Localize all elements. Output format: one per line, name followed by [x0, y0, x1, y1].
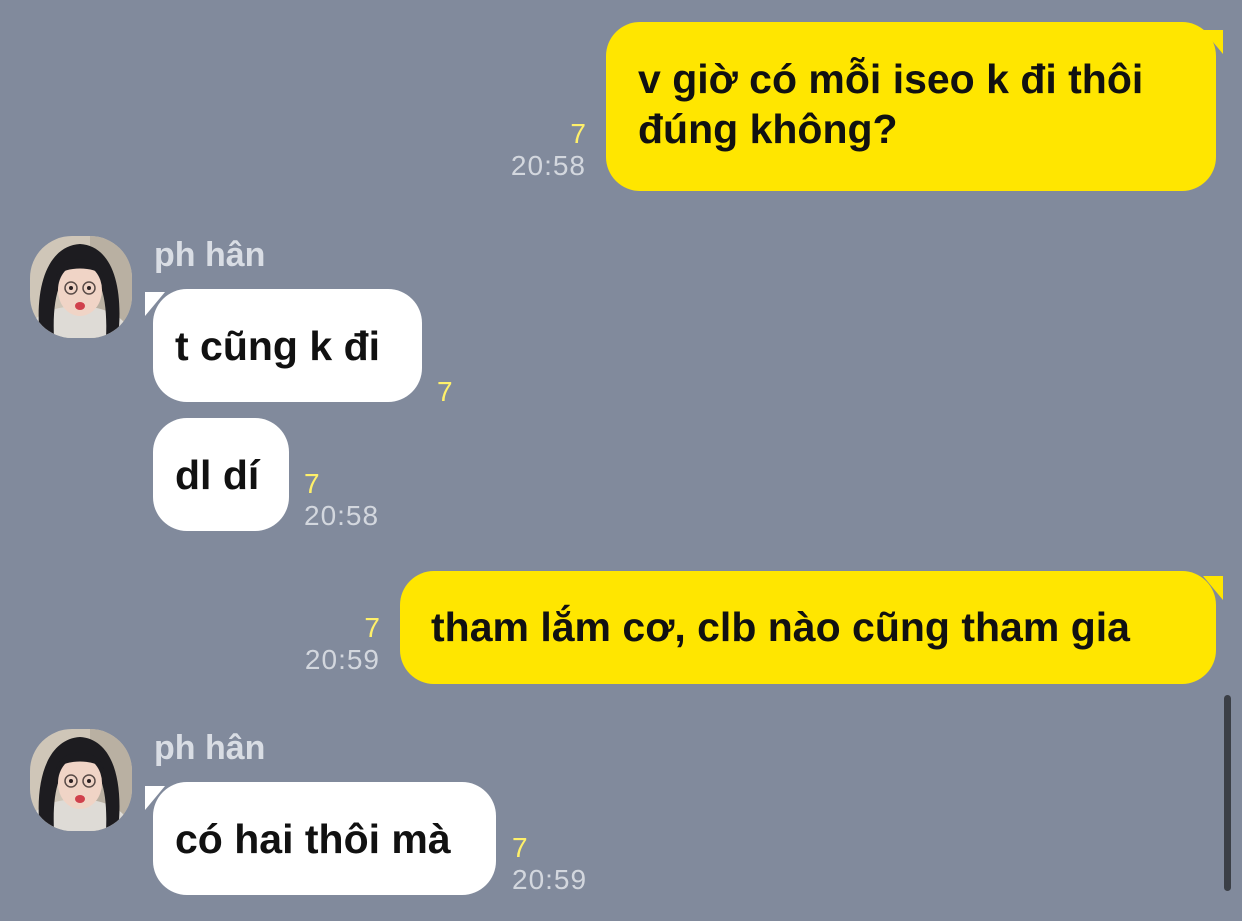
sender-name: ph hân [154, 236, 266, 274]
message-time: 20:59 [304, 644, 380, 675]
outgoing-message-bubble[interactable]: tham lắm cơ, clb nào cũng tham gia [400, 571, 1216, 684]
message-time: 20:58 [510, 150, 586, 181]
unread-count: 7 [437, 376, 453, 407]
message-text: t cũng k đi [175, 323, 380, 369]
bubble-tail [1203, 576, 1223, 600]
message-meta: 7 20:59 [262, 612, 380, 676]
scrollbar-thumb[interactable] [1224, 695, 1231, 891]
sender-name: ph hân [154, 729, 266, 767]
message-text-line: đúng không? [638, 106, 898, 152]
unread-count: 7 [512, 832, 528, 863]
message-meta: 7 20:58 [304, 468, 424, 532]
message-meta: 7 20:59 [512, 832, 632, 896]
chat-area: 7 20:58 v giờ có mỗi iseo k đi thôi đúng… [0, 0, 1242, 921]
unread-count: 7 [570, 118, 586, 149]
message-text-line: v giờ có mỗi iseo k đi thôi [638, 56, 1144, 102]
bubble-tail [1203, 30, 1223, 54]
outgoing-message-bubble[interactable]: v giờ có mỗi iseo k đi thôi đúng không? [606, 22, 1216, 191]
message-time: 20:58 [304, 500, 380, 531]
unread-count: 7 [364, 612, 380, 643]
message-meta: 7 20:58 [470, 118, 586, 182]
incoming-message-bubble[interactable]: t cũng k đi [153, 289, 422, 402]
incoming-message-bubble[interactable]: có hai thôi mà [153, 782, 496, 895]
unread-count: 7 [304, 468, 320, 499]
message-text: có hai thôi mà [175, 816, 451, 862]
message-text: dl dí [175, 452, 260, 498]
sender-avatar[interactable] [30, 729, 132, 831]
sender-avatar[interactable] [30, 236, 132, 338]
message-text: tham lắm cơ, clb nào cũng tham gia [431, 604, 1130, 650]
message-meta: 7 [437, 376, 497, 408]
incoming-message-bubble[interactable]: dl dí [153, 418, 289, 531]
message-time: 20:59 [512, 864, 588, 895]
